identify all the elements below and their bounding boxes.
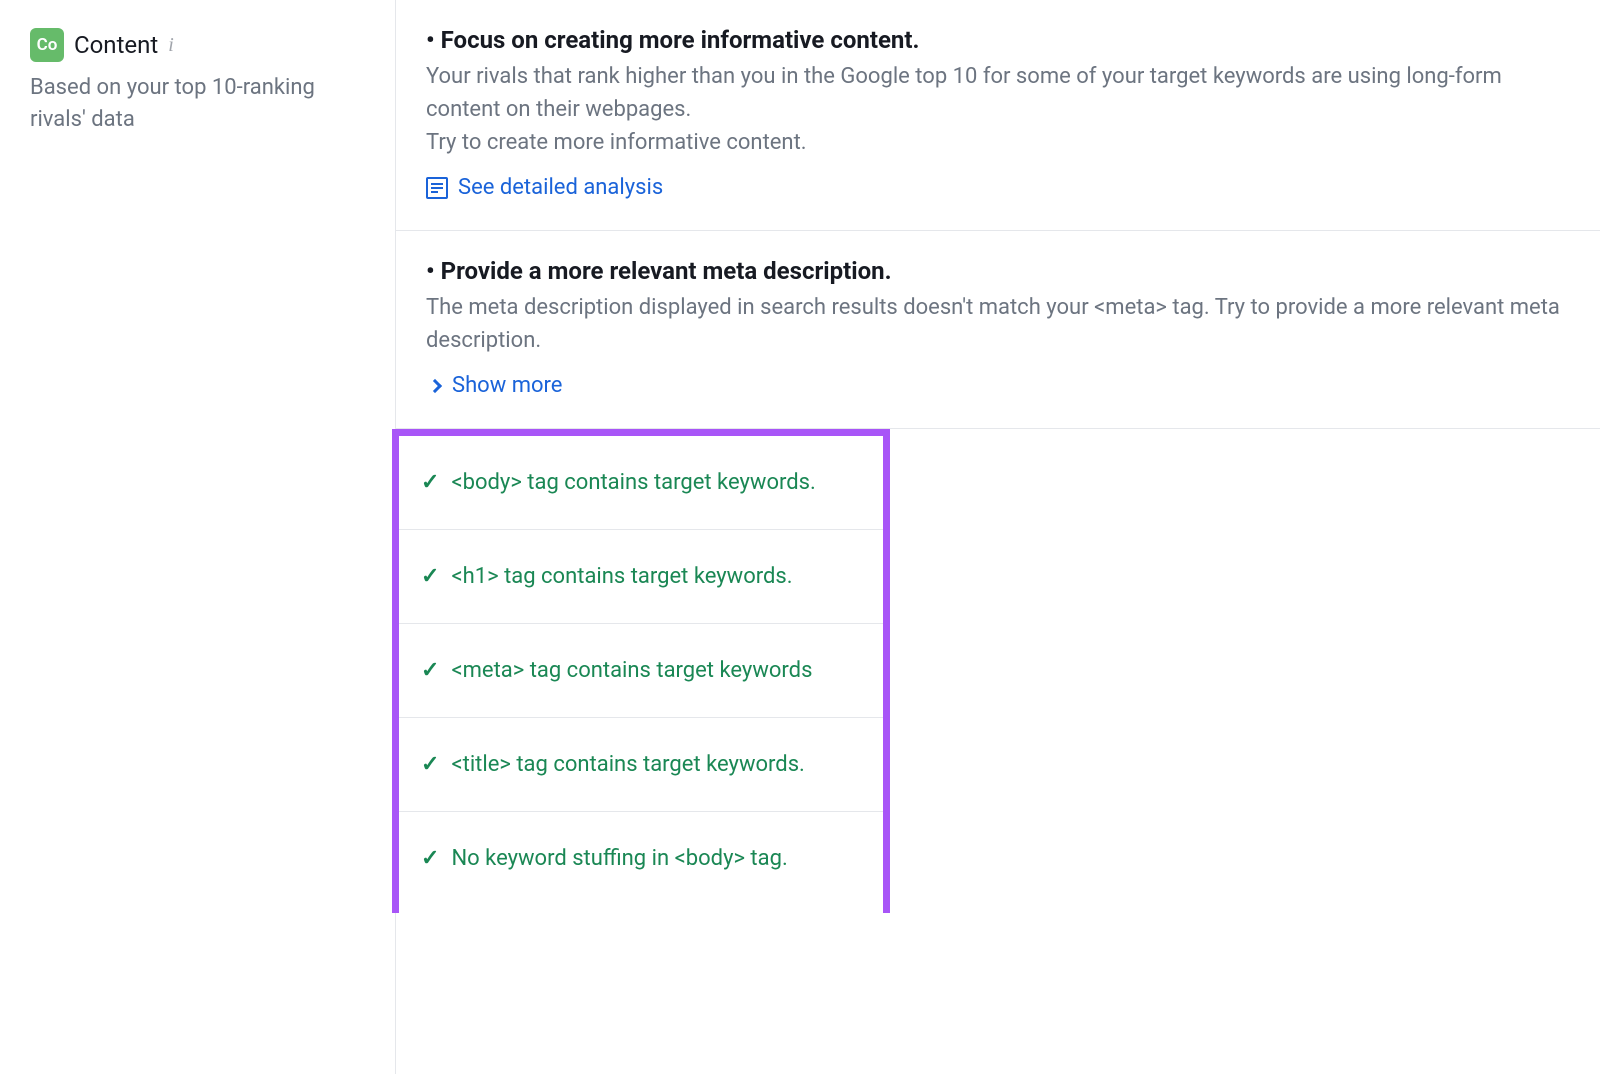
section-body: Your rivals that rank higher than you in…: [426, 60, 1570, 159]
check-text: <meta> tag contains target keywords: [451, 658, 812, 683]
document-icon: [426, 177, 448, 199]
heading-text: Focus on creating more informative conte…: [441, 26, 920, 54]
sidebar-description: Based on your top 10-ranking rivals' dat…: [30, 72, 375, 136]
check-row: ✓ <body> tag contains target keywords.: [399, 436, 883, 530]
recommendation-section: • Focus on creating more informative con…: [396, 0, 1600, 231]
check-row: ✓ <h1> tag contains target keywords.: [399, 530, 883, 624]
check-text: <body> tag contains target keywords.: [451, 470, 815, 495]
section-heading: • Focus on creating more informative con…: [426, 26, 1570, 54]
see-detailed-analysis-link[interactable]: See detailed analysis: [426, 175, 663, 200]
recommendation-section: • Provide a more relevant meta descripti…: [396, 231, 1600, 429]
check-row: ✓ <meta> tag contains target keywords: [399, 624, 883, 718]
check-icon: ✓: [421, 754, 439, 776]
check-row: ✓ <title> tag contains target keywords.: [399, 718, 883, 812]
link-label: See detailed analysis: [458, 175, 663, 200]
check-row: ✓ No keyword stuffing in <body> tag.: [399, 812, 883, 913]
info-icon[interactable]: i: [168, 35, 174, 55]
main-content: • Focus on creating more informative con…: [395, 0, 1600, 1074]
section-body: The meta description displayed in search…: [426, 291, 1570, 357]
sidebar: Co Content i Based on your top 10-rankin…: [0, 0, 395, 1074]
check-text: <title> tag contains target keywords.: [451, 752, 804, 777]
link-label: Show more: [452, 373, 562, 398]
section-heading: • Provide a more relevant meta descripti…: [426, 257, 1570, 285]
check-icon: ✓: [421, 848, 439, 870]
check-icon: ✓: [421, 472, 439, 494]
chevron-right-icon: [428, 378, 442, 392]
body-text: Try to create more informative content.: [426, 130, 807, 155]
check-icon: ✓: [421, 660, 439, 682]
sidebar-header: Co Content i: [30, 28, 375, 62]
content-badge-icon: Co: [30, 28, 64, 62]
check-text: No keyword stuffing in <body> tag.: [451, 846, 787, 871]
highlighted-checks-box: ✓ <body> tag contains target keywords. ✓…: [392, 429, 890, 913]
check-icon: ✓: [421, 566, 439, 588]
heading-text: Provide a more relevant meta description…: [441, 257, 892, 285]
show-more-link[interactable]: Show more: [426, 373, 562, 398]
check-text: <h1> tag contains target keywords.: [451, 564, 792, 589]
body-text: Your rivals that rank higher than you in…: [426, 64, 1502, 122]
sidebar-title: Content: [74, 31, 158, 59]
